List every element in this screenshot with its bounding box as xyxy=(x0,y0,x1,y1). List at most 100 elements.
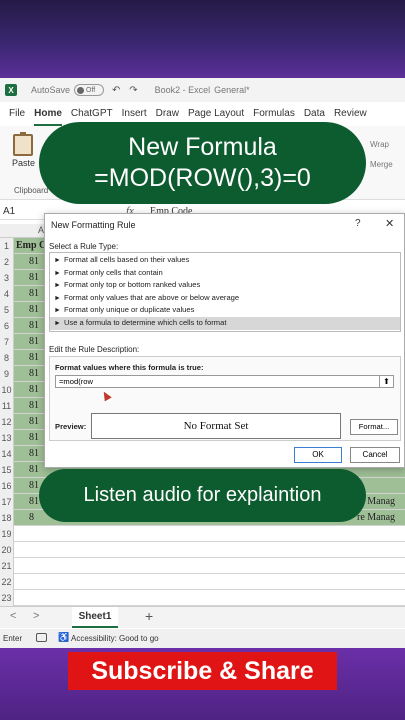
table-row[interactable]: 23 xyxy=(0,590,405,606)
merge-button[interactable]: Merge xyxy=(370,160,393,169)
paste-icon[interactable] xyxy=(13,132,33,156)
format-button[interactable]: Format... xyxy=(350,419,398,435)
rule-type-label: Select a Rule Type: xyxy=(49,242,119,251)
dialog-title: New Formatting Rule xyxy=(51,220,136,230)
title-bar: X AutoSave Off ↶ ↷ Book2 - Excel General… xyxy=(0,78,405,102)
cell-right[interactable] xyxy=(355,542,405,558)
row-number[interactable]: 9 xyxy=(0,366,14,382)
rule-type-list: ► Format all cells based on their values … xyxy=(49,252,401,332)
edit-description-label: Edit the Rule Description: xyxy=(49,345,140,354)
rule-type-item[interactable]: ► Format only top or bottom ranked values xyxy=(50,279,400,292)
excel-logo-icon: X xyxy=(5,84,17,96)
row-number[interactable]: 20 xyxy=(0,542,14,558)
cell-right[interactable] xyxy=(355,526,405,542)
table-row[interactable]: 19 xyxy=(0,526,405,542)
cell-right[interactable] xyxy=(355,590,405,606)
autosave-toggle[interactable]: Off xyxy=(74,84,105,96)
tab-review[interactable]: Review xyxy=(334,108,367,126)
row-number[interactable]: 4 xyxy=(0,286,14,302)
table-row[interactable]: 20 xyxy=(0,542,405,558)
cell-right[interactable] xyxy=(355,558,405,574)
row-number[interactable]: 5 xyxy=(0,302,14,318)
status-mode: Enter xyxy=(3,634,23,643)
paste-button[interactable]: Paste xyxy=(12,158,35,168)
sheet-tab-bar: < > Sheet1 + xyxy=(0,606,405,628)
arrow-right-icon: ► xyxy=(54,307,61,315)
table-row[interactable]: 21 xyxy=(0,558,405,574)
rule-type-item-selected[interactable]: ► Use a formula to determine which cells … xyxy=(50,317,400,330)
cell-a[interactable] xyxy=(14,558,50,574)
row-number[interactable]: 22 xyxy=(0,574,14,590)
edit-description-panel: Format values where this formula is true… xyxy=(49,356,401,441)
add-sheet-icon[interactable]: + xyxy=(145,608,153,624)
tab-file[interactable]: File xyxy=(9,108,25,126)
rule-type-item[interactable]: ► Format only cells that contain xyxy=(50,267,400,280)
row-number[interactable]: 19 xyxy=(0,526,14,542)
row-number[interactable]: 7 xyxy=(0,334,14,350)
row-number[interactable]: 8 xyxy=(0,350,14,366)
arrow-right-icon: ► xyxy=(54,282,61,290)
macro-record-icon[interactable] xyxy=(36,633,47,642)
arrow-right-icon: ► xyxy=(54,257,61,264)
row-number[interactable]: 10 xyxy=(0,382,14,398)
row-number[interactable]: 2 xyxy=(0,254,14,270)
sensitivity-label[interactable]: General* xyxy=(214,85,250,95)
arrow-right-icon: ► xyxy=(54,320,61,327)
row-number[interactable]: 3 xyxy=(0,270,14,286)
close-icon[interactable]: ✕ xyxy=(385,217,394,230)
sheet-next-icon[interactable]: > xyxy=(33,610,39,622)
sheet-tab-sheet1[interactable]: Sheet1 xyxy=(72,607,118,628)
cell-a[interactable] xyxy=(14,574,50,590)
rule-type-item[interactable]: ► Format only values that are above or be… xyxy=(50,292,400,305)
new-formatting-rule-dialog: New Formatting Rule ? ✕ Select a Rule Ty… xyxy=(44,213,405,468)
rule-type-item[interactable]: ► Format only unique or duplicate values xyxy=(50,304,400,317)
undo-redo-icon[interactable]: ↶ ↷ xyxy=(112,85,141,96)
name-box[interactable]: A1 xyxy=(3,206,15,217)
formula-input[interactable]: =mod(row ⬆ xyxy=(55,375,394,388)
cancel-button[interactable]: Cancel xyxy=(350,447,400,463)
row-number[interactable]: 14 xyxy=(0,446,14,462)
row-number[interactable]: 11 xyxy=(0,398,14,414)
overlay-title: New Formula xyxy=(128,133,277,161)
document-title: Book2 - Excel xyxy=(154,85,211,95)
wrap-text-button[interactable]: Wrap xyxy=(370,140,389,149)
arrow-right-icon: ► xyxy=(54,269,61,277)
arrow-right-icon: ► xyxy=(54,294,61,302)
mouse-cursor-icon xyxy=(100,389,112,402)
cell-a[interactable] xyxy=(14,526,50,542)
row-number[interactable]: 16 xyxy=(0,478,14,494)
sheet-prev-icon[interactable]: < xyxy=(10,610,16,622)
row-number[interactable]: 12 xyxy=(0,414,14,430)
accessibility-status[interactable]: Accessibility: Good to go xyxy=(71,634,159,643)
collapse-dialog-icon[interactable]: ⬆ xyxy=(379,376,393,387)
cell-a[interactable] xyxy=(14,590,50,606)
ok-button[interactable]: OK xyxy=(294,447,342,463)
top-background-band xyxy=(0,0,405,78)
rule-type-item[interactable]: ► Format all cells based on their values xyxy=(50,254,400,267)
row-number[interactable]: 6 xyxy=(0,318,14,334)
cell-right[interactable] xyxy=(355,574,405,590)
overlay-formula: =MOD(ROW(),3)=0 xyxy=(94,164,311,192)
row-number[interactable]: 21 xyxy=(0,558,14,574)
cell-a[interactable] xyxy=(14,542,50,558)
preview-box: No Format Set xyxy=(91,413,341,439)
accessibility-icon: ♿ xyxy=(58,632,70,642)
formula-label: Format values where this formula is true… xyxy=(55,363,204,372)
toggle-knob-icon xyxy=(77,86,85,94)
audio-note-banner: Listen audio for explaintion xyxy=(39,469,366,522)
tab-home[interactable]: Home xyxy=(34,108,62,126)
row-number[interactable]: 1 xyxy=(0,238,14,254)
table-row[interactable]: 22 xyxy=(0,574,405,590)
help-icon[interactable]: ? xyxy=(355,218,361,229)
autosave-state: Off xyxy=(86,86,96,94)
cell-right[interactable]: re Manag xyxy=(355,510,405,526)
formula-input-value: =mod(row xyxy=(59,377,93,386)
status-bar: Enter ♿ Accessibility: Good to go xyxy=(0,629,405,648)
row-number[interactable]: 23 xyxy=(0,590,14,606)
row-number[interactable]: 15 xyxy=(0,462,14,478)
row-number[interactable]: 18 xyxy=(0,510,14,526)
subscribe-banner[interactable]: Subscribe & Share xyxy=(68,652,337,690)
row-number[interactable]: 17 xyxy=(0,494,14,510)
row-number[interactable]: 13 xyxy=(0,430,14,446)
autosave-label: AutoSave xyxy=(31,85,71,95)
